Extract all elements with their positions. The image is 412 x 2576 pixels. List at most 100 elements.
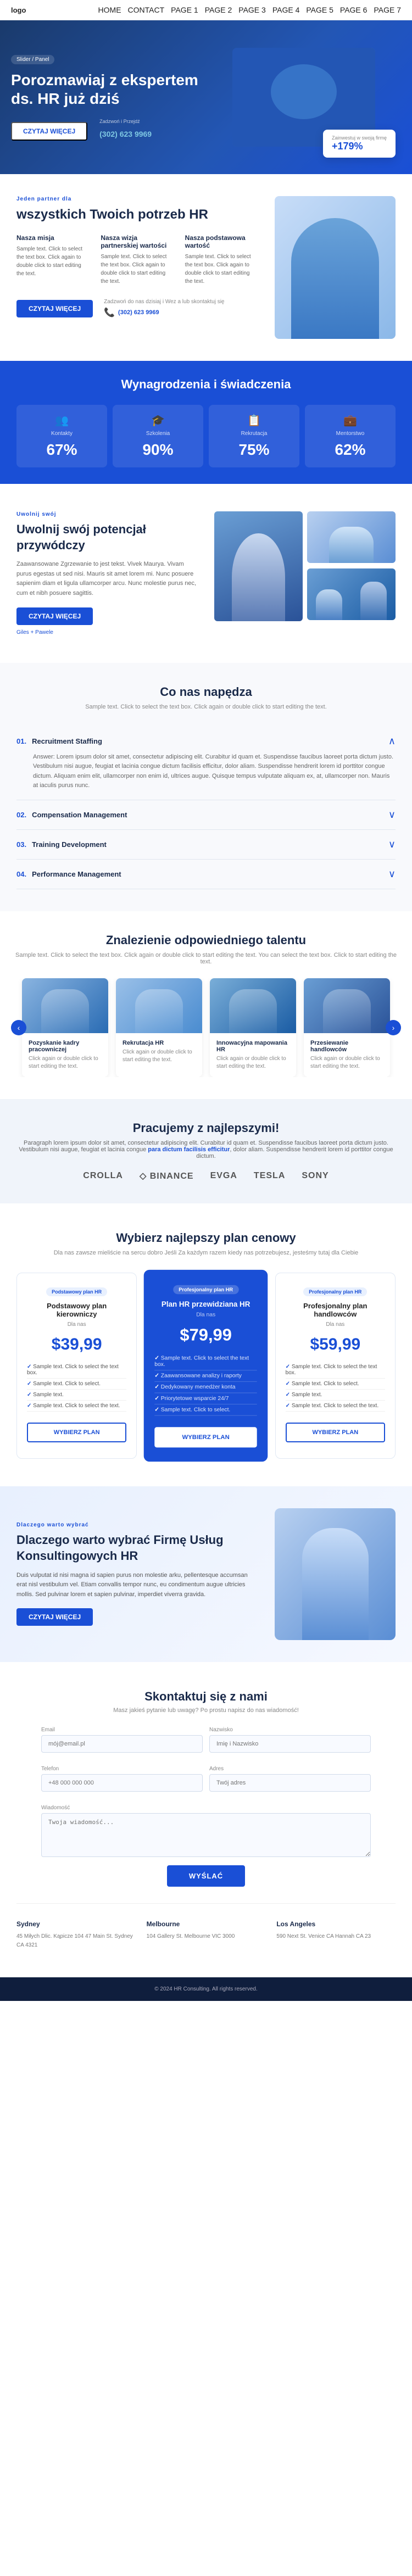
talent-card-title: Rekrutacja HR bbox=[123, 1040, 196, 1046]
phone-input[interactable] bbox=[41, 1774, 203, 1792]
office-card: Melbourne 104 Gallery St. Melbourne VIC … bbox=[147, 1920, 266, 1950]
nav-logo: logo bbox=[11, 6, 26, 14]
stat-value: 62% bbox=[313, 441, 388, 459]
client-logo: ◇ BINANCE bbox=[140, 1170, 194, 1181]
pricing-features: Sample text. Click to select the text bo… bbox=[27, 1362, 126, 1412]
leadership-title: Uwolnij swój potencjał przywódczy bbox=[16, 522, 198, 553]
talent-section: Znalezienie odpowiedniego talentu Sample… bbox=[0, 911, 412, 1099]
stat-card: 👥 Kontakty 67% bbox=[16, 405, 107, 467]
leadership-img-top-right bbox=[307, 511, 396, 563]
pricing-select-button[interactable]: WYBIERZ PLAN bbox=[286, 1423, 385, 1442]
pricing-features: Sample text. Click to select the text bo… bbox=[286, 1362, 385, 1412]
why-read-more-button[interactable]: CZYTAJ WIĘCEJ bbox=[16, 1608, 93, 1626]
nav-link[interactable]: PAGE 6 bbox=[340, 5, 368, 14]
pricing-title: Wybierz najlepszy plan cenowy bbox=[16, 1231, 396, 1245]
stat-icon: 🎓 bbox=[120, 414, 196, 427]
stat-value: 90% bbox=[120, 441, 196, 459]
contact-section: Skontaktuj się z nami Masz jakieś pytani… bbox=[0, 1662, 412, 1977]
pricing-desc: Dla nas bbox=[27, 1322, 126, 1328]
hero-contact-label: Zadzwoń i Przejdź bbox=[99, 119, 152, 124]
footer-offices: Sydney 45 Miłych Dlic. Kąpicze 104 47 Ma… bbox=[16, 1903, 396, 1950]
pricing-select-button[interactable]: WYBIERZ PLAN bbox=[155, 1427, 258, 1447]
pricing-card: Podstawowy plan HR Podstawowy plan kiero… bbox=[16, 1273, 137, 1459]
accordion-header[interactable]: 01. Recruitment Staffing ∧ bbox=[16, 735, 396, 747]
pricing-badge: Podstawowy plan HR bbox=[46, 1287, 107, 1296]
nav-link[interactable]: PAGE 7 bbox=[374, 5, 401, 14]
hero-section: Slider / Panel Porozmawiaj z ekspertem d… bbox=[0, 20, 412, 174]
message-input[interactable] bbox=[41, 1813, 371, 1857]
stat-card: 🎓 Szkolenia 90% bbox=[113, 405, 203, 467]
nav-link[interactable]: PAGE 5 bbox=[306, 5, 333, 14]
name-input[interactable] bbox=[209, 1735, 371, 1753]
accordion-toggle-icon: ∧ bbox=[388, 735, 396, 747]
accordion-title: Training Development bbox=[32, 840, 388, 849]
partner-read-more-button[interactable]: CZYTAJ WIĘCEJ bbox=[16, 300, 93, 317]
nav-link[interactable]: PAGE 3 bbox=[238, 5, 266, 14]
drives-section: Co nas napędza Sample text. Click to sel… bbox=[0, 663, 412, 911]
drives-subtitle: Sample text. Click to select the text bo… bbox=[16, 704, 396, 710]
accordion-header[interactable]: 04. Performance Management ∨ bbox=[16, 868, 396, 880]
pricing-feature: Priorytetowe wsparcie 24/7 bbox=[155, 1393, 258, 1404]
pricing-feature: Sample text. Click to select the text bo… bbox=[155, 1353, 258, 1370]
pricing-badge: Profesjonalny plan HR bbox=[303, 1287, 367, 1296]
hero-card-value: +179% bbox=[332, 141, 387, 152]
stat-value: 67% bbox=[24, 441, 99, 459]
person-silhouette bbox=[291, 218, 379, 339]
slider-prev-button[interactable]: ‹ bbox=[11, 1020, 26, 1035]
partner-title: wszystkich Twoich potrzeb HR bbox=[16, 207, 258, 223]
office-city: Sydney bbox=[16, 1920, 136, 1928]
phone-label: Telefon bbox=[41, 1766, 203, 1772]
partner-col-1: Nasza misja Sample text. Click to select… bbox=[16, 234, 90, 286]
email-input[interactable] bbox=[41, 1735, 203, 1753]
accordion-item[interactable]: 04. Performance Management ∨ bbox=[16, 860, 396, 889]
pricing-name: Podstawowy plan kierowniczy bbox=[27, 1302, 126, 1318]
pricing-card: Profesjonalny plan HR Plan HR przewidzia… bbox=[144, 1270, 268, 1462]
why-tag: Dlaczego warto wybrać bbox=[16, 1522, 258, 1528]
contact-form: Email Nazwisko Telefon Adres Wiadomość W… bbox=[41, 1727, 371, 1887]
address-input[interactable] bbox=[209, 1774, 371, 1792]
nav-link[interactable]: PAGE 2 bbox=[205, 5, 232, 14]
pricing-feature: Sample text. Click to select. bbox=[286, 1379, 385, 1390]
talent-card: Pozyskanie kadry pracowniczej Click agai… bbox=[22, 978, 108, 1077]
partner-col3-title: Nasza podstawowa wartość bbox=[185, 234, 258, 249]
slider-next-button[interactable]: › bbox=[386, 1020, 401, 1035]
address-label: Adres bbox=[209, 1766, 371, 1772]
hero-read-more-button[interactable]: CZYTAJ WIĘCEJ bbox=[11, 122, 87, 141]
talent-card-title: Przesiewanie handlowców bbox=[310, 1040, 383, 1053]
office-address: 590 Next St. Venice CA Hannah CA 23 bbox=[276, 1932, 396, 1941]
accordion-item[interactable]: 01. Recruitment Staffing ∧ Answer: Lorem… bbox=[16, 727, 396, 800]
nav-link[interactable]: HOME bbox=[98, 5, 121, 14]
accordion-header[interactable]: 02. Compensation Management ∨ bbox=[16, 809, 396, 821]
drives-title: Co nas napędza bbox=[16, 685, 396, 699]
office-address: 45 Miłych Dlic. Kąpicze 104 47 Main St. … bbox=[16, 1932, 136, 1950]
nav-link[interactable]: PAGE 1 bbox=[171, 5, 198, 14]
nav-link[interactable]: CONTACT bbox=[128, 5, 165, 14]
pricing-subtitle: Dla nas zawsze mieliście na sercu dobro … bbox=[16, 1250, 396, 1256]
pricing-feature: Dedykowany menedżer konta bbox=[155, 1382, 258, 1393]
why-text: Duis vulputat id nisi magna id sapien pu… bbox=[16, 1571, 258, 1600]
talent-card-body: Pozyskanie kadry pracowniczej Click agai… bbox=[22, 1033, 108, 1077]
leadership-section: Uwolnij swój Uwolnij swój potencjał przy… bbox=[0, 484, 412, 663]
nav-links: HOME CONTACT PAGE 1 PAGE 2 PAGE 3 PAGE 4 PAGE … bbox=[98, 5, 401, 14]
leadership-read-more-button[interactable]: CZYTAJ WIĘCEJ bbox=[16, 607, 93, 625]
leadership-author: Giles + Pawele bbox=[16, 629, 198, 635]
phone-group: Telefon bbox=[41, 1766, 203, 1792]
pricing-select-button[interactable]: WYBIERZ PLAN bbox=[27, 1423, 126, 1442]
talent-title: Znalezienie odpowiedniego talentu bbox=[11, 933, 401, 947]
accordion-header[interactable]: 03. Training Development ∨ bbox=[16, 839, 396, 850]
partner-phone: 📞 (302) 623 9969 bbox=[104, 307, 224, 318]
accordion-item[interactable]: 02. Compensation Management ∨ bbox=[16, 800, 396, 830]
stat-icon: 💼 bbox=[313, 414, 388, 427]
talent-card-body: Innowacyjna mapowania HR Click again or … bbox=[210, 1033, 296, 1077]
nav-link[interactable]: PAGE 4 bbox=[272, 5, 300, 14]
talent-card-text: Click again or double click to start edi… bbox=[123, 1049, 196, 1064]
talent-card-body: Rekrutacja HR Click again or double clic… bbox=[116, 1033, 202, 1070]
accordion-item[interactable]: 03. Training Development ∨ bbox=[16, 830, 396, 860]
submit-button[interactable]: WYŚLAĆ bbox=[167, 1865, 245, 1887]
pricing-feature: Sample text. Click to select. bbox=[155, 1404, 258, 1416]
accordion-title: Compensation Management bbox=[32, 811, 388, 819]
pricing-name: Plan HR przewidziana HR bbox=[155, 1300, 258, 1308]
client-logo: CROLLA bbox=[83, 1171, 123, 1181]
talent-card: Rekrutacja HR Click again or double clic… bbox=[116, 978, 202, 1077]
partner-col2-text: Sample text. Click to select the text bo… bbox=[101, 253, 174, 286]
